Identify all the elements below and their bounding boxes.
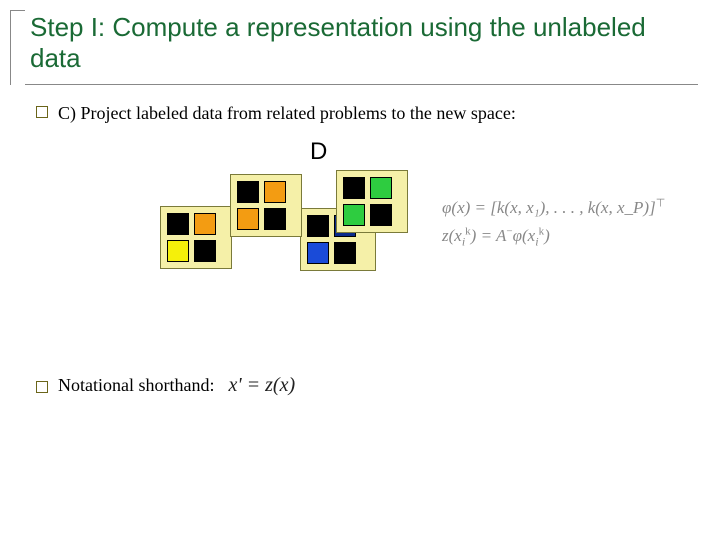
math-equations: φ(x) = [k(x, x₁), . . . , k(x, x_P)]⊤ z(… bbox=[442, 194, 665, 251]
page-title: Step I: Compute a representation using t… bbox=[30, 12, 698, 80]
bullet-shorthand-text: Notational shorthand: bbox=[58, 375, 214, 396]
bullet-c-text: C) Project labeled data from related pro… bbox=[58, 103, 516, 124]
corner-rule-top bbox=[10, 10, 25, 11]
eq-z: z(xik) = A−φ(xik) bbox=[442, 222, 665, 252]
bullet-c: C) Project labeled data from related pro… bbox=[36, 103, 698, 124]
corner-rule-left bbox=[10, 10, 11, 85]
bullet-icon bbox=[36, 381, 48, 393]
eq-phi: φ(x) = [k(x, x₁), . . . , k(x, x_P)]⊤ bbox=[442, 194, 665, 221]
data-box-1 bbox=[160, 206, 232, 269]
data-box-4 bbox=[336, 170, 408, 233]
bullet-shorthand: Notational shorthand: x' = z(x) bbox=[36, 374, 698, 397]
shorthand-math: x' = z(x) bbox=[228, 374, 295, 397]
diagram: D φ(x) = [k(x, x₁), . . . , k(x, x_P)]⊤ … bbox=[30, 134, 698, 334]
data-box-2 bbox=[230, 174, 302, 237]
d-label: D bbox=[310, 138, 327, 166]
title-underline bbox=[25, 84, 698, 85]
bullet-icon bbox=[36, 106, 48, 118]
slide: Step I: Compute a representation using t… bbox=[0, 0, 720, 540]
